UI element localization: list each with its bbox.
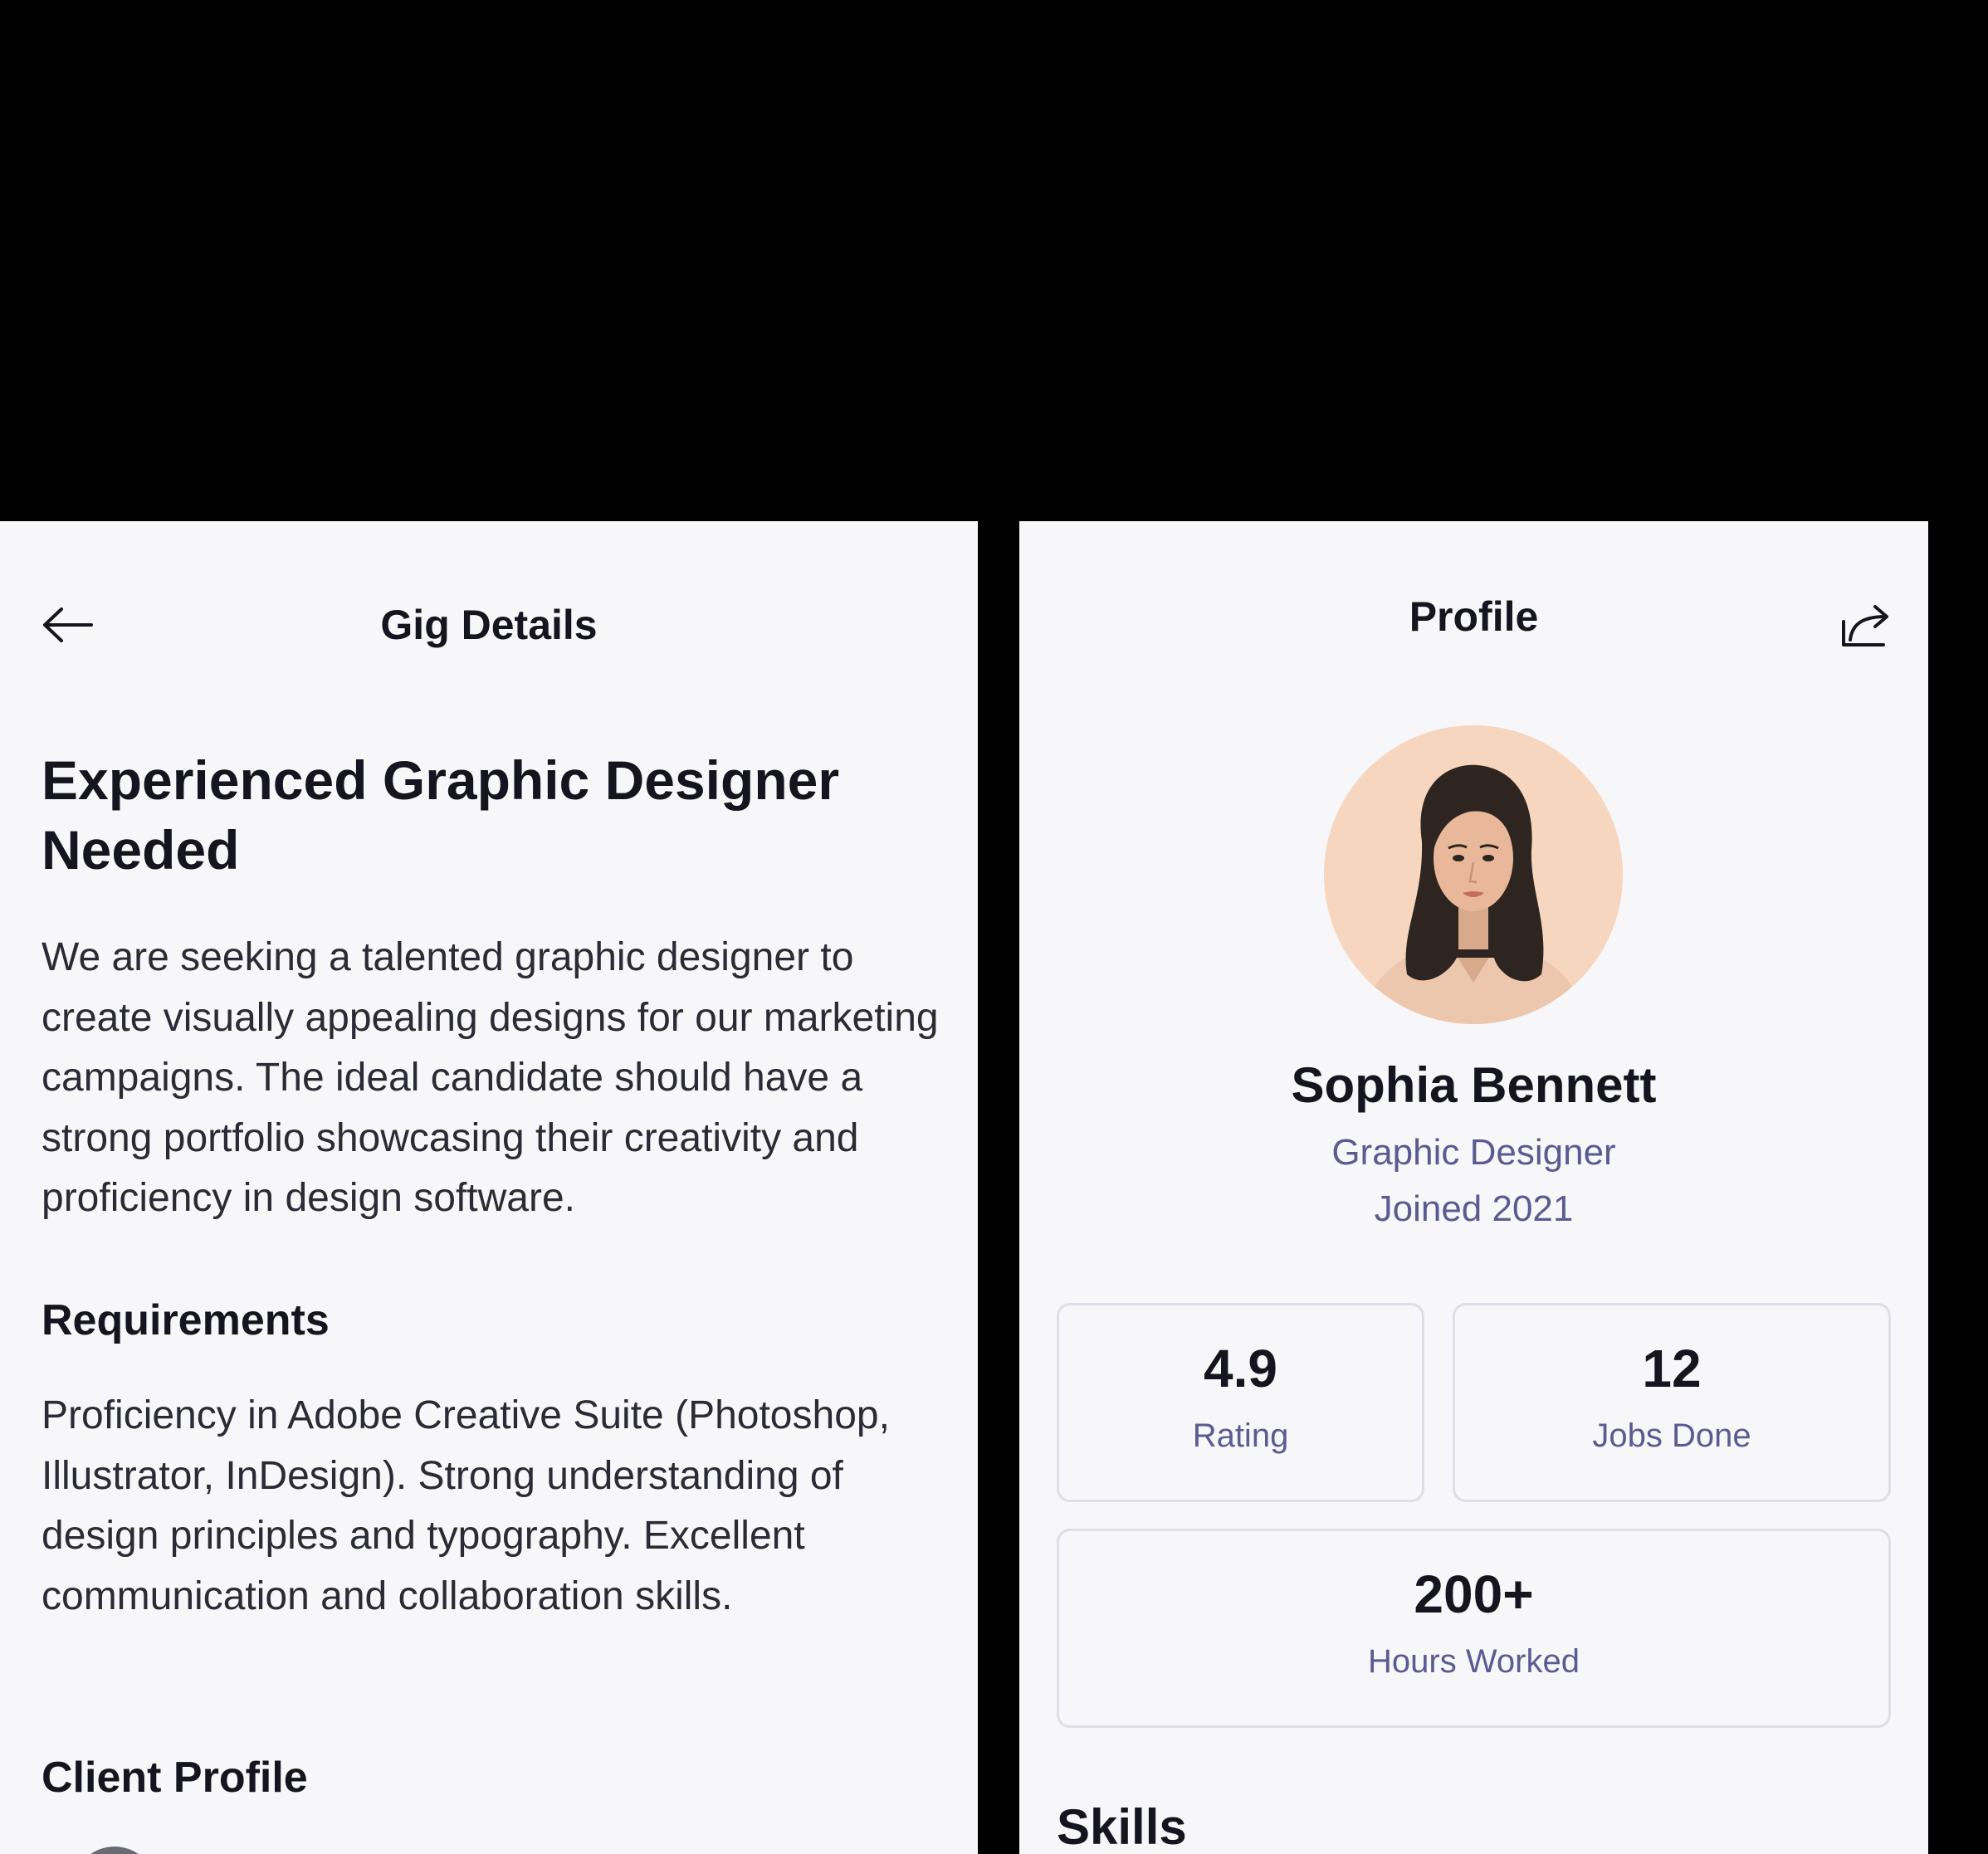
avatar-illustration-icon xyxy=(1324,725,1623,1024)
jobs-done-value: 12 xyxy=(1642,1339,1702,1398)
profile-avatar[interactable] xyxy=(1324,725,1623,1024)
requirements-text: Proficiency in Adobe Creative Suite (Pho… xyxy=(42,1393,890,1618)
gig-title: Experienced Graphic Designer Needed xyxy=(42,749,840,881)
share-icon xyxy=(1842,605,1888,646)
gig-description: We are seeking a talented graphic design… xyxy=(42,935,939,1220)
profile-screen: Profile Sophia Bennett Graphic Designer … xyxy=(1019,521,1928,1854)
hours-worked-stat-card: 200+ Hours Worked xyxy=(1057,1529,1891,1728)
rating-value: 4.9 xyxy=(1204,1339,1277,1398)
page-title: Gig Details xyxy=(380,602,598,648)
profile-name: Sophia Bennett xyxy=(1291,1057,1657,1113)
client-avatar[interactable] xyxy=(73,1847,156,1854)
profile-joined-date: Joined 2021 xyxy=(1374,1188,1574,1229)
gig-details-screen: Gig Details Experienced Graphic Designer… xyxy=(0,521,978,1854)
jobs-done-stat-card: 12 Jobs Done xyxy=(1453,1303,1891,1502)
hours-worked-value: 200+ xyxy=(1414,1564,1534,1624)
client-profile-heading: Client Profile xyxy=(42,1754,308,1802)
rating-stat-card: 4.9 Rating xyxy=(1057,1303,1424,1502)
hours-worked-label: Hours Worked xyxy=(1368,1643,1580,1680)
jobs-done-label: Jobs Done xyxy=(1592,1417,1751,1454)
page-title: Profile xyxy=(1409,593,1539,640)
skills-heading: Skills xyxy=(1057,1799,1187,1854)
rating-label: Rating xyxy=(1192,1417,1289,1454)
share-button[interactable] xyxy=(1833,596,1899,654)
requirements-heading: Requirements xyxy=(42,1296,330,1344)
profile-role: Graphic Designer xyxy=(1331,1132,1616,1173)
